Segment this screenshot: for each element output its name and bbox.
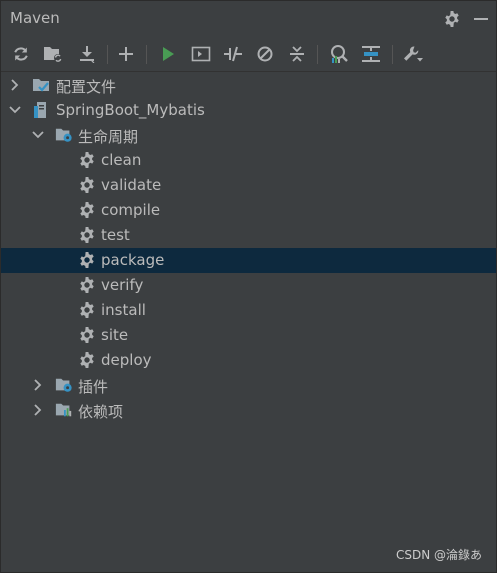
chevron-right-icon[interactable] bbox=[30, 402, 46, 418]
lifecycle-folder-icon bbox=[55, 126, 73, 144]
lifecycle-goal-validate[interactable]: validate bbox=[1, 173, 496, 198]
tree-node-label: 生命周期 bbox=[78, 128, 139, 146]
generate-sources-icon[interactable] bbox=[41, 42, 65, 66]
toolbar-separator bbox=[392, 45, 393, 64]
lifecycle-goal-site[interactable]: site bbox=[1, 323, 496, 348]
goal-label: compile bbox=[101, 201, 161, 219]
tree-node-config-files[interactable]: 配置文件 bbox=[1, 73, 496, 98]
gear-icon bbox=[78, 326, 96, 344]
collapse-icon[interactable] bbox=[285, 42, 309, 66]
tree-node-dependencies[interactable]: 依赖项 bbox=[1, 398, 496, 423]
reload-icon[interactable] bbox=[9, 42, 33, 66]
toggle-offline-icon[interactable] bbox=[221, 42, 245, 66]
gear-icon bbox=[78, 351, 96, 369]
plugins-folder-icon bbox=[55, 376, 73, 394]
chevron-right-icon[interactable] bbox=[30, 377, 46, 393]
minimize-icon[interactable] bbox=[471, 9, 491, 29]
chevron-down-icon[interactable] bbox=[7, 102, 23, 118]
goal-label: clean bbox=[101, 151, 142, 169]
watermark: CSDN @淪錄あ bbox=[395, 548, 482, 562]
tree-node-plugins[interactable]: 插件 bbox=[1, 373, 496, 398]
maven-tool-window: Maven 配置文件 SpringBoot_Mybatis 生命周期 clean… bbox=[0, 0, 497, 573]
gear-icon bbox=[78, 301, 96, 319]
goal-label: test bbox=[101, 226, 130, 244]
execute-goal-icon[interactable] bbox=[189, 42, 213, 66]
tree-node-label: 配置文件 bbox=[56, 78, 117, 96]
gear-icon bbox=[78, 176, 96, 194]
lifecycle-goal-compile[interactable]: compile bbox=[1, 198, 496, 223]
gear-icon bbox=[78, 151, 96, 169]
add-icon[interactable] bbox=[114, 42, 138, 66]
run-icon[interactable] bbox=[156, 42, 180, 66]
gear-icon bbox=[78, 226, 96, 244]
lifecycle-goal-deploy[interactable]: deploy bbox=[1, 348, 496, 373]
gear-icon bbox=[78, 276, 96, 294]
lifecycle-goal-clean[interactable]: clean bbox=[1, 148, 496, 173]
skip-tests-icon[interactable] bbox=[253, 42, 277, 66]
download-icon[interactable] bbox=[75, 42, 99, 66]
tree-node-project[interactable]: SpringBoot_Mybatis bbox=[1, 98, 496, 123]
show-dependencies-icon[interactable] bbox=[327, 42, 351, 66]
goal-label: package bbox=[101, 251, 165, 269]
goal-label: site bbox=[101, 326, 129, 344]
toolbar-separator bbox=[317, 45, 318, 64]
tool-window-title: Maven bbox=[10, 9, 60, 27]
settings-wrench-icon[interactable] bbox=[401, 42, 425, 66]
goal-label: verify bbox=[101, 276, 144, 294]
tree-node-lifecycle[interactable]: 生命周期 bbox=[1, 123, 496, 148]
lifecycle-goal-verify[interactable]: verify bbox=[1, 273, 496, 298]
tree-node-label: 依赖项 bbox=[78, 403, 124, 421]
gear-icon bbox=[78, 201, 96, 219]
goal-label: install bbox=[101, 301, 146, 319]
chevron-right-icon[interactable] bbox=[7, 77, 23, 93]
profiles-folder-icon bbox=[32, 76, 50, 94]
goal-label: deploy bbox=[101, 351, 152, 369]
tree-node-label: SpringBoot_Mybatis bbox=[56, 101, 205, 119]
tree-node-label: 插件 bbox=[78, 378, 109, 396]
maven-toolbar bbox=[1, 37, 496, 72]
lifecycle-goal-install[interactable]: install bbox=[1, 298, 496, 323]
gear-icon bbox=[78, 251, 96, 269]
gear-icon[interactable] bbox=[442, 9, 462, 29]
goal-label: validate bbox=[101, 176, 162, 194]
maven-project-icon bbox=[32, 101, 50, 119]
chevron-down-icon[interactable] bbox=[30, 127, 46, 143]
lifecycle-goal-package[interactable]: package bbox=[1, 248, 496, 273]
toolbar-separator bbox=[146, 45, 147, 64]
dependencies-folder-icon bbox=[55, 401, 73, 419]
lifecycle-goal-test[interactable]: test bbox=[1, 223, 496, 248]
expand-icon[interactable] bbox=[359, 42, 383, 66]
toolbar-separator bbox=[107, 45, 108, 64]
tool-window-header: Maven bbox=[1, 1, 496, 37]
